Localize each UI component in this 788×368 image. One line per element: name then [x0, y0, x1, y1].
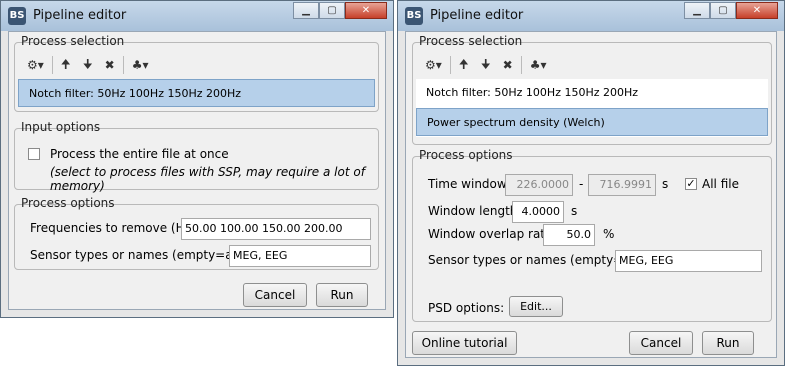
all-file-label: All file [702, 177, 739, 191]
process-entire-file-checkbox[interactable] [28, 148, 40, 160]
psd-edit-button[interactable]: Edit... [509, 296, 563, 317]
time-window-end-input[interactable]: 716.9991 [588, 174, 656, 196]
minimize-button[interactable]: ▁ [293, 2, 319, 19]
delete-icon[interactable]: ✖ [99, 58, 121, 72]
move-up-icon[interactable]: 🠉 [55, 55, 77, 76]
move-down-icon[interactable]: 🠋 [475, 55, 497, 76]
process-item-notch-filter[interactable]: Notch filter: 50Hz 100Hz 150Hz 200Hz [416, 79, 768, 107]
window-controls: ▁ ▢ ✕ [293, 2, 387, 19]
toolbar-separator [520, 56, 522, 74]
input-options-panel: Input options Process the entire file at… [14, 120, 379, 193]
move-down-icon[interactable]: 🠋 [77, 55, 99, 76]
window-title: Pipeline editor [430, 8, 524, 23]
process-options-label: Process options [419, 148, 513, 162]
process-toolbar: ⚙▾ 🠉 🠋 ✖ ♣▾ [21, 55, 155, 75]
time-window-dash: - [579, 177, 584, 191]
process-toolbar: ⚙▾ 🠉 🠋 ✖ ♣▾ [419, 55, 553, 75]
close-button[interactable]: ✕ [345, 2, 387, 19]
run-button[interactable]: Run [316, 283, 368, 307]
psd-options-label: PSD options: [428, 301, 505, 315]
process-list: Notch filter: 50Hz 100Hz 150Hz 200Hz [18, 79, 375, 107]
cancel-button[interactable]: Cancel [243, 283, 307, 307]
process-selection-panel: Process selection ⚙▾ 🠉 🠋 ✖ ♣▾ Notch filt… [412, 34, 772, 145]
dropdown-arrow-icon: ▾ [540, 58, 547, 72]
move-up-icon[interactable]: 🠉 [453, 55, 475, 76]
cancel-button[interactable]: Cancel [629, 331, 693, 355]
all-file-checkbox[interactable]: ✓ [685, 178, 697, 190]
process-selection-label: Process selection [419, 34, 523, 48]
time-window-unit: s [662, 177, 669, 191]
delete-icon[interactable]: ✖ [497, 58, 519, 72]
sensor-types-input[interactable]: MEG, EEG [615, 250, 762, 272]
pipeline-tree-icon[interactable]: ♣▾ [126, 58, 155, 72]
frequencies-label: Frequencies to remove (Hz): [30, 221, 200, 235]
process-options-panel: Process options Time window: 226.0000 - … [412, 148, 772, 322]
dropdown-arrow-icon: ▾ [37, 58, 44, 72]
window-controls: ▁ ▢ ✕ [684, 2, 778, 19]
window-client: Process selection ⚙▾ 🠉 🠋 ✖ ♣▾ Notch filt… [8, 31, 386, 310]
process-options-label: Process options [21, 196, 115, 210]
sensor-types-label: Sensor types or names (empty=all): [428, 253, 646, 267]
pipeline-editor-window-right: BS Pipeline editor ▁ ▢ ✕ Process selecti… [397, 0, 785, 366]
window-length-input[interactable]: 4.0000 [512, 201, 564, 223]
overlap-ratio-input[interactable]: 50.0 [543, 224, 595, 246]
toolbar-separator [51, 56, 53, 74]
dropdown-arrow-icon: ▾ [142, 58, 149, 72]
window-length-label: Window length: [428, 204, 522, 218]
pipeline-editor-window-left: BS Pipeline editor ▁ ▢ ✕ Process selecti… [0, 0, 394, 318]
dropdown-arrow-icon: ▾ [435, 58, 442, 72]
window-length-unit: s [571, 204, 578, 218]
process-list: Notch filter: 50Hz 100Hz 150Hz 200Hz Pow… [416, 79, 768, 137]
app-logo-icon: BS [8, 7, 26, 25]
frequencies-input[interactable]: 50.00 100.00 150.00 200.00 [181, 218, 371, 240]
toolbar-separator [122, 56, 124, 74]
process-entire-file-label: Process the entire file at once [50, 147, 229, 161]
online-tutorial-button[interactable]: Online tutorial [412, 331, 517, 355]
gear-icon[interactable]: ⚙▾ [419, 58, 448, 72]
time-window-start-input[interactable]: 226.0000 [505, 174, 573, 196]
title-bar[interactable]: BS Pipeline editor ▁ ▢ ✕ [1, 1, 393, 31]
sensor-types-label: Sensor types or names (empty=all): [30, 248, 248, 262]
window-title: Pipeline editor [33, 8, 127, 23]
run-button[interactable]: Run [702, 331, 754, 355]
overlap-ratio-label: Window overlap ratio: [428, 227, 560, 241]
process-selection-panel: Process selection ⚙▾ 🠉 🠋 ✖ ♣▾ Notch filt… [14, 34, 379, 112]
process-item-notch-filter[interactable]: Notch filter: 50Hz 100Hz 150Hz 200Hz [18, 79, 375, 107]
pipeline-tree-icon[interactable]: ♣▾ [524, 58, 553, 72]
maximize-button[interactable]: ▢ [319, 2, 345, 19]
process-selection-label: Process selection [21, 34, 125, 48]
window-client: Process selection ⚙▾ 🠉 🠋 ✖ ♣▾ Notch filt… [405, 31, 777, 358]
time-window-label: Time window: [428, 177, 511, 191]
input-options-label: Input options [21, 120, 101, 134]
app-logo-icon: BS [405, 7, 423, 25]
process-item-psd-welch[interactable]: Power spectrum density (Welch) [416, 108, 768, 136]
close-button[interactable]: ✕ [736, 2, 778, 19]
minimize-button[interactable]: ▁ [684, 2, 710, 19]
overlap-ratio-unit: % [603, 227, 615, 241]
gear-icon[interactable]: ⚙▾ [21, 58, 50, 72]
title-bar[interactable]: BS Pipeline editor ▁ ▢ ✕ [398, 1, 784, 31]
maximize-button[interactable]: ▢ [710, 2, 736, 19]
toolbar-separator [449, 56, 451, 74]
process-entire-file-note: (select to process files with SSP, may r… [50, 165, 365, 193]
process-options-panel: Process options Frequencies to remove (H… [14, 196, 379, 270]
sensor-types-input[interactable]: MEG, EEG [229, 245, 371, 267]
